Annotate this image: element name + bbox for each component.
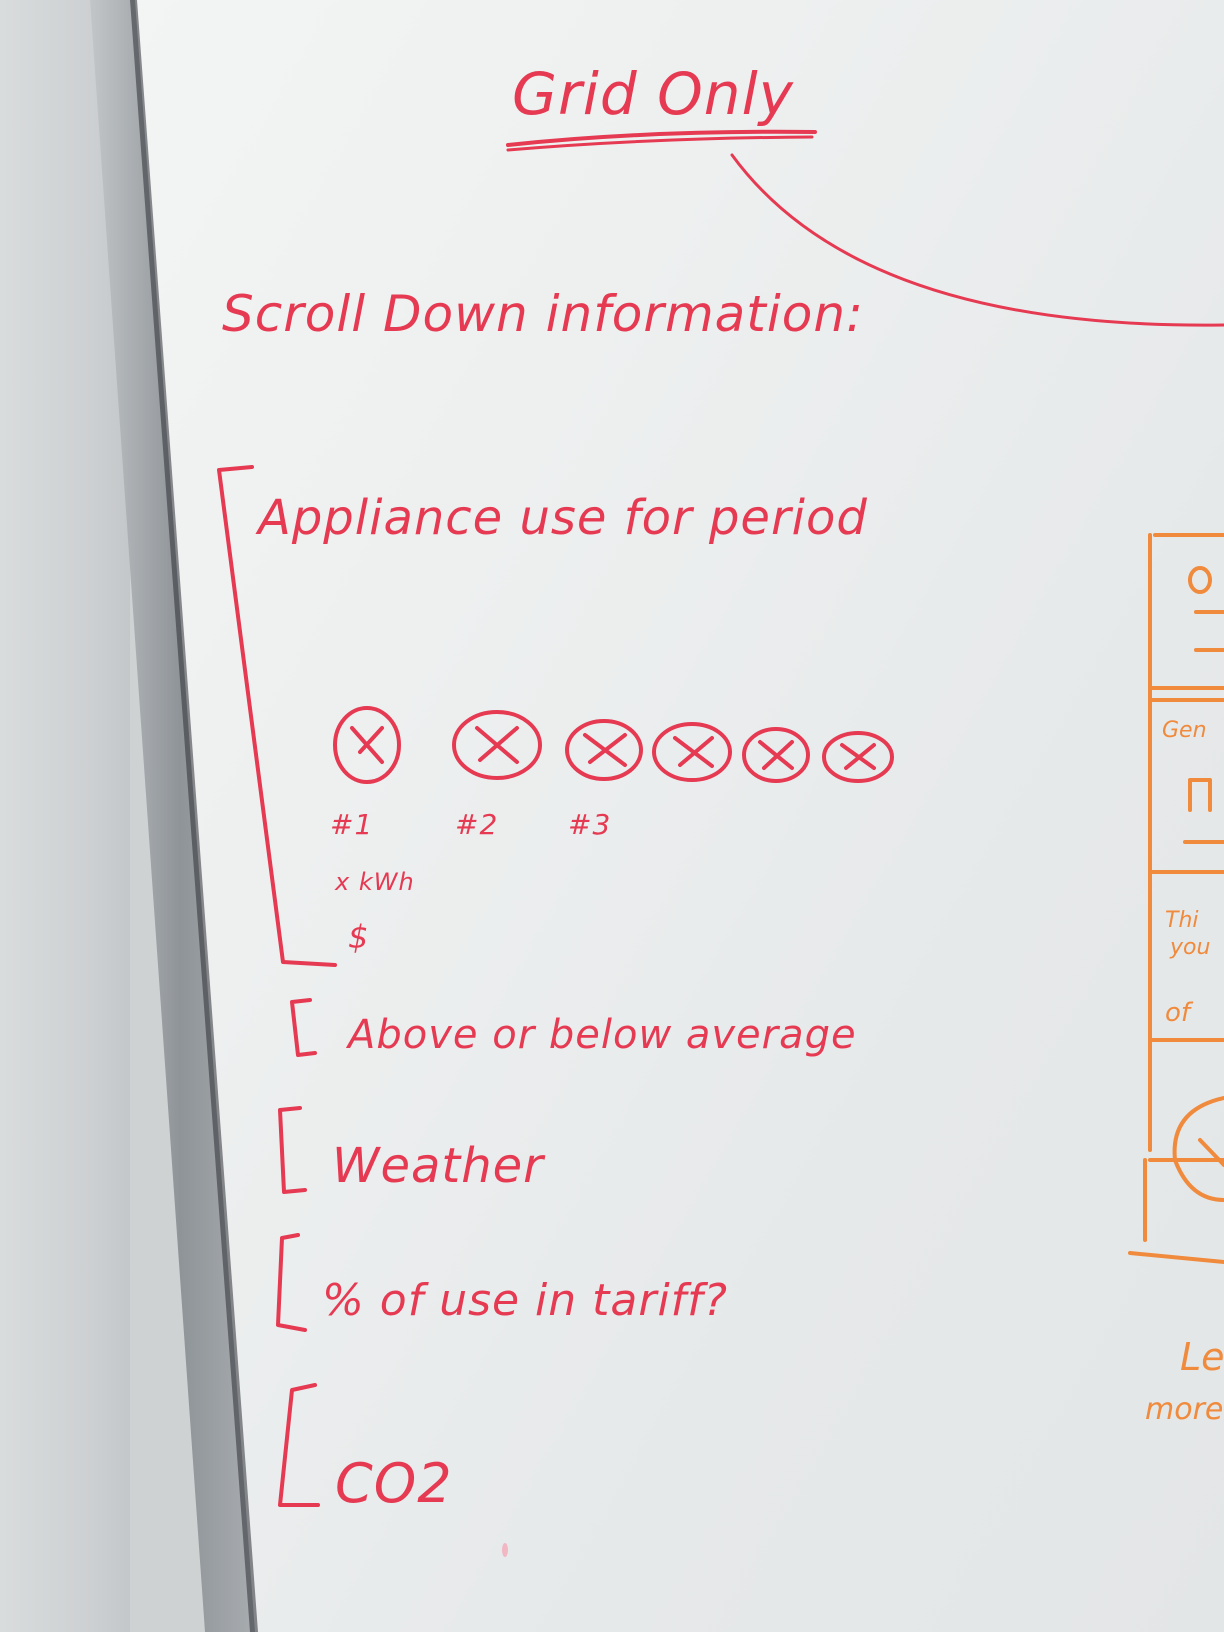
whiteboard-drawings: [217, 129, 1224, 1557]
bracket-weather: [278, 1106, 307, 1194]
appliance-circle-1: [333, 706, 401, 784]
bracket-co2: [278, 1383, 320, 1507]
connector-curve: [730, 153, 1224, 327]
bracket-appliance: [217, 465, 337, 967]
orange-sketch: [1128, 533, 1224, 1264]
appliance-circle-4: [652, 722, 732, 782]
bracket-average: [290, 998, 317, 1057]
appliance-circle-6: [822, 731, 894, 783]
marker-smudge: [502, 1543, 508, 1557]
appliance-circle-5: [742, 727, 810, 783]
bracket-tariff: [276, 1233, 307, 1332]
appliance-circle-3: [565, 719, 643, 781]
appliance-circle-2: [452, 710, 542, 780]
